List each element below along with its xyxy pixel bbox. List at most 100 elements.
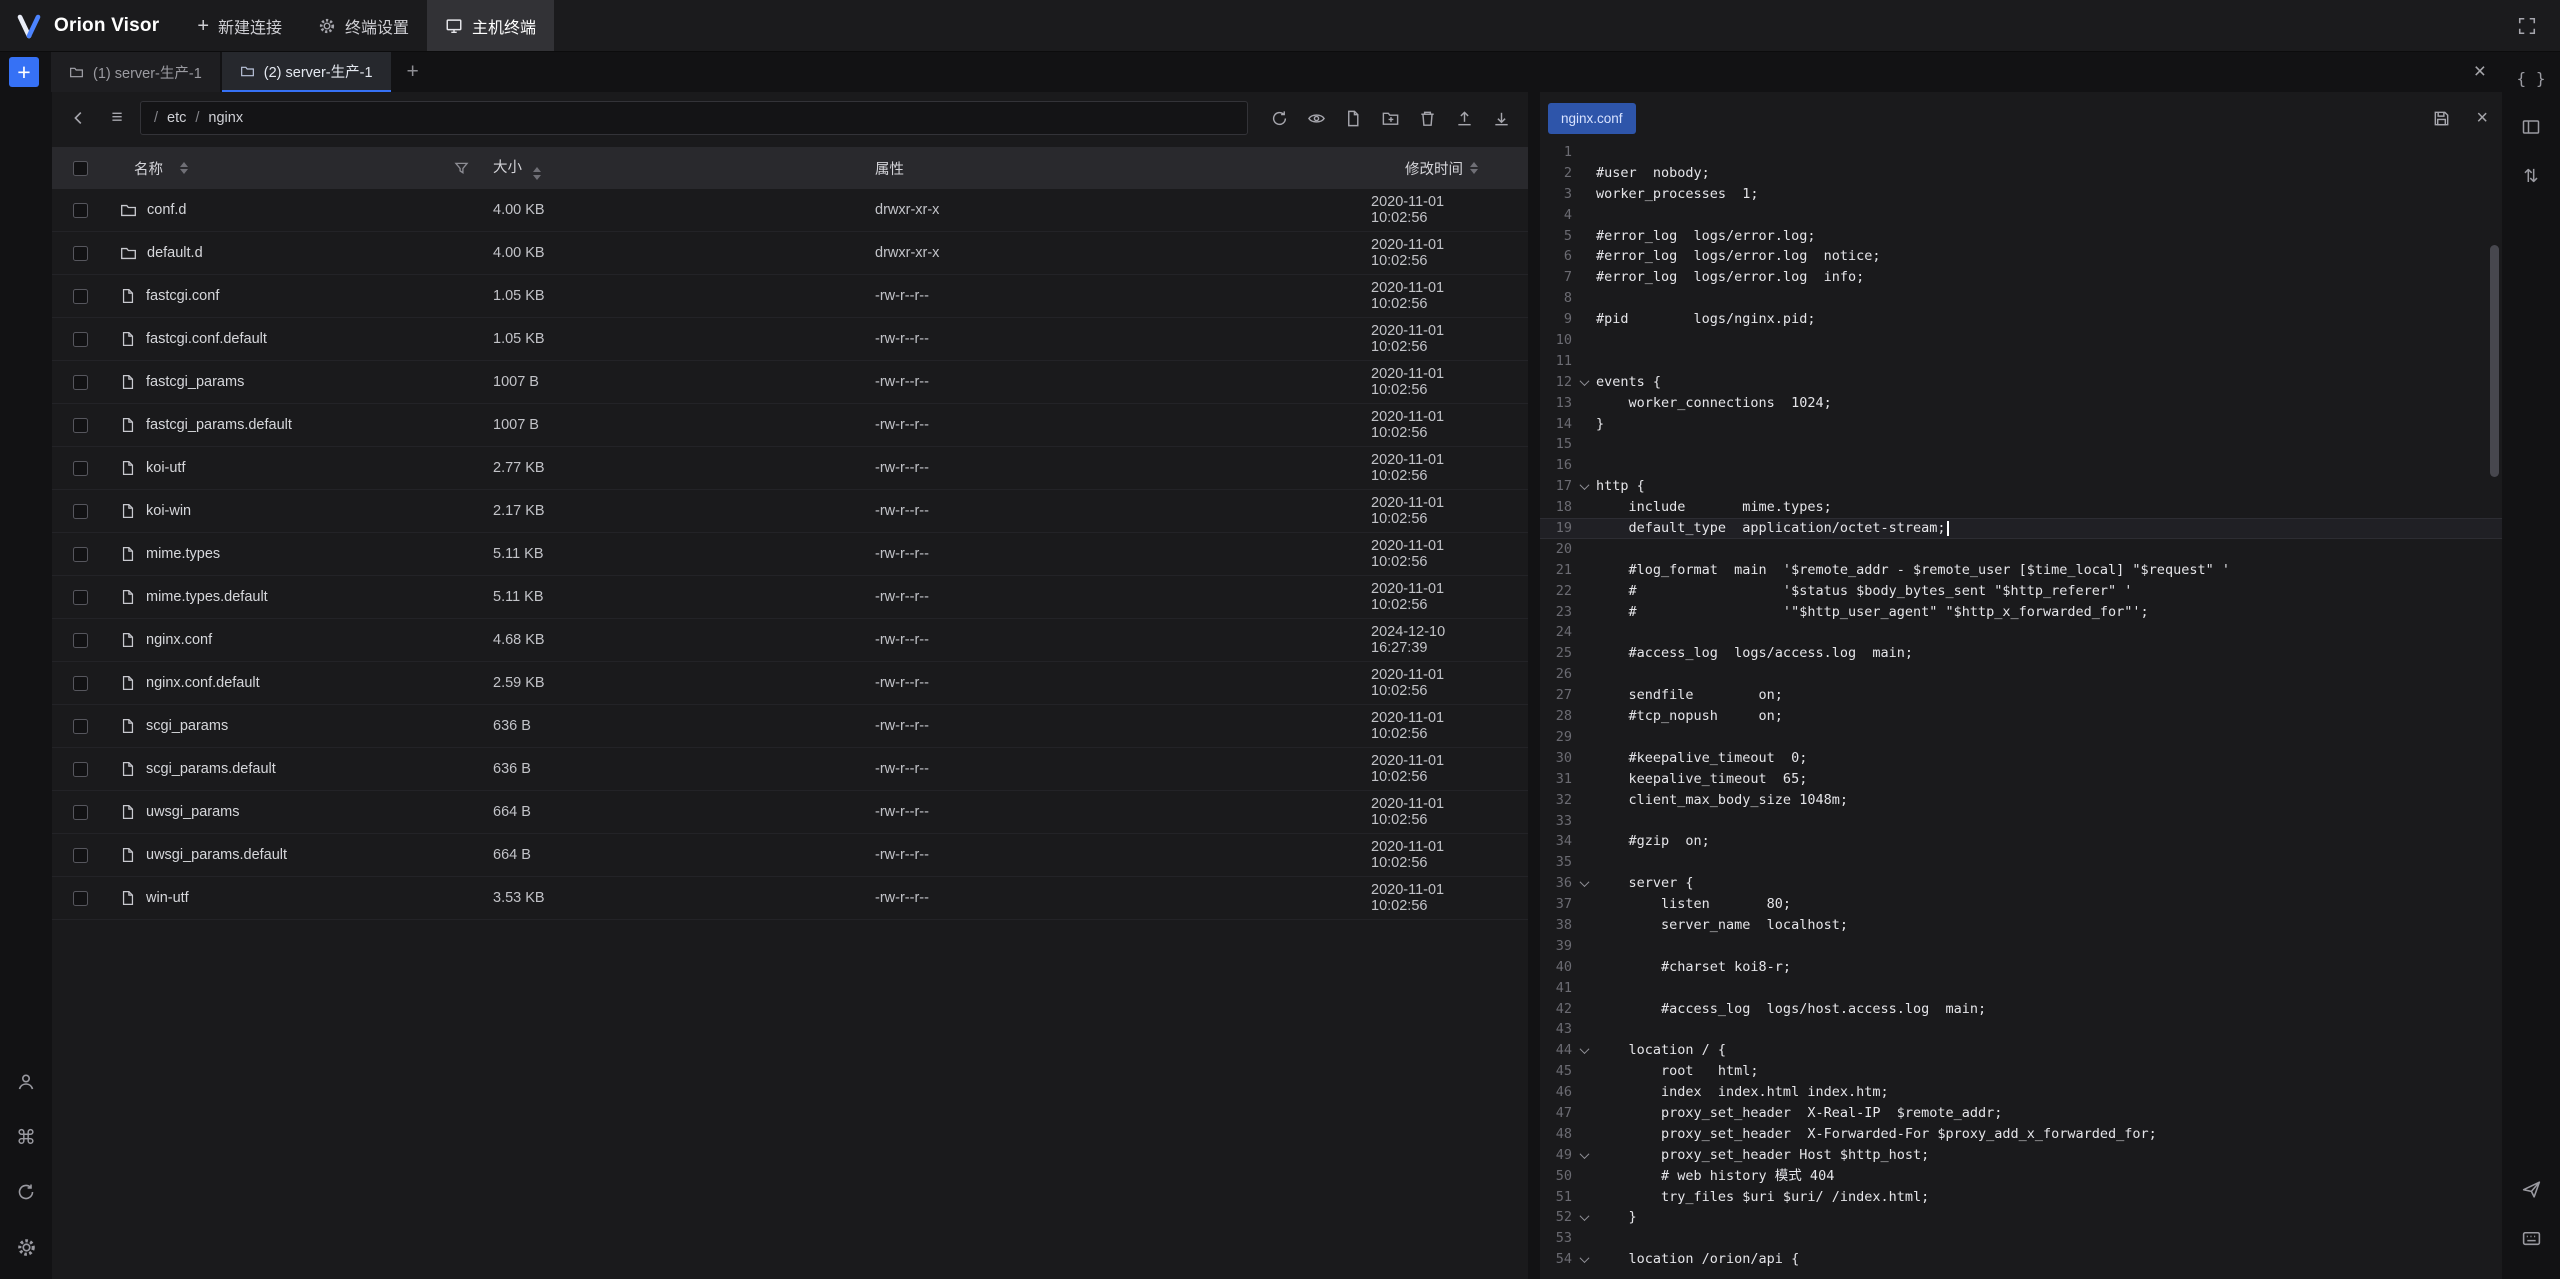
save-icon[interactable] bbox=[2426, 103, 2456, 133]
code-line[interactable]: 29 bbox=[1540, 727, 2502, 748]
file-table-row[interactable]: scgi_params.default 636 B -rw-r--r-- 202… bbox=[52, 748, 1528, 791]
fold-gutter[interactable] bbox=[1572, 295, 1596, 302]
fold-gutter[interactable] bbox=[1572, 233, 1596, 240]
file-name[interactable]: koi-utf bbox=[146, 460, 186, 476]
menu-terminal-settings[interactable]: 终端设置 bbox=[300, 0, 427, 51]
code-line[interactable]: 53 bbox=[1540, 1228, 2502, 1249]
fold-gutter[interactable] bbox=[1572, 901, 1596, 908]
file-table-row[interactable]: default.d 4.00 KB drwxr-xr-x 2020-11-01 … bbox=[52, 232, 1528, 275]
fold-gutter[interactable] bbox=[1572, 1152, 1596, 1159]
code-line[interactable]: 30 #keepalive_timeout 0; bbox=[1540, 748, 2502, 769]
file-name[interactable]: uwsgi_params.default bbox=[146, 847, 287, 863]
file-name[interactable]: nginx.conf.default bbox=[146, 675, 260, 691]
new-folder-icon[interactable] bbox=[1375, 103, 1405, 133]
fold-gutter[interactable] bbox=[1572, 525, 1596, 532]
fold-gutter[interactable] bbox=[1572, 817, 1596, 824]
send-command-icon[interactable] bbox=[2513, 1171, 2549, 1207]
code-line[interactable]: 15 bbox=[1540, 434, 2502, 455]
code-line[interactable]: 41 bbox=[1540, 978, 2502, 999]
file-name[interactable]: conf.d bbox=[147, 202, 187, 218]
sidebar-layout-icon[interactable] bbox=[2513, 109, 2549, 145]
fold-gutter[interactable] bbox=[1572, 567, 1596, 574]
fold-gutter[interactable] bbox=[1572, 1235, 1596, 1242]
code-line[interactable]: 7 #error_log logs/error.log info; bbox=[1540, 267, 2502, 288]
file-name[interactable]: fastcgi_params.default bbox=[146, 417, 292, 433]
code-line[interactable]: 6 #error_log logs/error.log notice; bbox=[1540, 246, 2502, 267]
row-checkbox[interactable] bbox=[73, 633, 88, 648]
delete-trash-icon[interactable] bbox=[1412, 103, 1442, 133]
code-line[interactable]: 8 bbox=[1540, 288, 2502, 309]
list-view-icon[interactable]: ≡ bbox=[102, 103, 132, 133]
row-checkbox[interactable] bbox=[73, 719, 88, 734]
fold-gutter[interactable] bbox=[1572, 588, 1596, 595]
fold-gutter[interactable] bbox=[1572, 838, 1596, 845]
file-table-row[interactable]: uwsgi_params 664 B -rw-r--r-- 2020-11-01… bbox=[52, 791, 1528, 834]
upload-icon[interactable] bbox=[1449, 103, 1479, 133]
column-size-label[interactable]: 大小 bbox=[493, 160, 522, 176]
code-line[interactable]: 5 #error_log logs/error.log; bbox=[1540, 226, 2502, 247]
row-checkbox[interactable] bbox=[73, 504, 88, 519]
fold-gutter[interactable] bbox=[1572, 379, 1596, 386]
code-line[interactable]: 27 sendfile on; bbox=[1540, 685, 2502, 706]
column-mtime-label[interactable]: 修改时间 bbox=[1405, 158, 1463, 179]
file-name[interactable]: fastcgi.conf bbox=[146, 288, 219, 304]
code-line[interactable]: 4 bbox=[1540, 205, 2502, 226]
code-line[interactable]: 46 index index.html index.htm; bbox=[1540, 1082, 2502, 1103]
file-name[interactable]: scgi_params.default bbox=[146, 761, 276, 777]
row-checkbox[interactable] bbox=[73, 375, 88, 390]
file-table-row[interactable]: koi-win 2.17 KB -rw-r--r-- 2020-11-01 10… bbox=[52, 490, 1528, 533]
code-line[interactable]: 50 # web history 模式 404 bbox=[1540, 1166, 2502, 1187]
fold-gutter[interactable] bbox=[1572, 1089, 1596, 1096]
code-line[interactable]: 9 #pid logs/nginx.pid; bbox=[1540, 309, 2502, 330]
fold-gutter[interactable] bbox=[1572, 755, 1596, 762]
code-line[interactable]: 2 #user nobody; bbox=[1540, 163, 2502, 184]
fold-gutter[interactable] bbox=[1572, 483, 1596, 490]
file-name[interactable]: uwsgi_params bbox=[146, 804, 240, 820]
fold-gutter[interactable] bbox=[1572, 776, 1596, 783]
fold-gutter[interactable] bbox=[1572, 337, 1596, 344]
file-table-row[interactable]: nginx.conf.default 2.59 KB -rw-r--r-- 20… bbox=[52, 662, 1528, 705]
code-line[interactable]: 32 client_max_body_size 1048m; bbox=[1540, 790, 2502, 811]
fullscreen-icon[interactable] bbox=[2512, 11, 2542, 41]
code-line[interactable]: 23 # '"$http_user_agent" "$http_x_forwar… bbox=[1540, 602, 2502, 623]
code-line[interactable]: 37 listen 80; bbox=[1540, 894, 2502, 915]
file-name[interactable]: mime.types.default bbox=[146, 589, 268, 605]
file-table-row[interactable]: fastcgi.conf.default 1.05 KB -rw-r--r-- … bbox=[52, 318, 1528, 361]
fold-gutter[interactable] bbox=[1572, 400, 1596, 407]
fold-gutter[interactable] bbox=[1572, 1026, 1596, 1033]
code-line[interactable]: 18 include mime.types; bbox=[1540, 497, 2502, 518]
file-name[interactable]: default.d bbox=[147, 245, 203, 261]
sort-mtime-icon[interactable] bbox=[1470, 162, 1478, 175]
row-checkbox[interactable] bbox=[73, 203, 88, 218]
code-line[interactable]: 48 proxy_set_header X-Forwarded-For $pro… bbox=[1540, 1124, 2502, 1145]
fold-gutter[interactable] bbox=[1572, 1110, 1596, 1117]
fold-gutter[interactable] bbox=[1572, 713, 1596, 720]
filter-funnel-icon[interactable] bbox=[454, 161, 469, 176]
back-button[interactable] bbox=[64, 103, 94, 133]
file-name[interactable]: nginx.conf bbox=[146, 632, 212, 648]
code-line[interactable]: 11 bbox=[1540, 351, 2502, 372]
file-name[interactable]: fastcgi.conf.default bbox=[146, 331, 267, 347]
fold-gutter[interactable] bbox=[1572, 546, 1596, 553]
fold-gutter[interactable] bbox=[1572, 734, 1596, 741]
fold-gutter[interactable] bbox=[1572, 441, 1596, 448]
row-checkbox[interactable] bbox=[73, 762, 88, 777]
code-line[interactable]: 52 } bbox=[1540, 1207, 2502, 1228]
tab-server-2[interactable]: (2) server-生产-1 bbox=[222, 52, 391, 92]
row-checkbox[interactable] bbox=[73, 590, 88, 605]
fold-gutter[interactable] bbox=[1572, 462, 1596, 469]
fold-gutter[interactable] bbox=[1572, 1005, 1596, 1012]
column-name-label[interactable]: 名称 bbox=[134, 158, 163, 179]
code-line[interactable]: 51 try_files $uri $uri/ /index.html; bbox=[1540, 1187, 2502, 1208]
code-line[interactable]: 24 bbox=[1540, 622, 2502, 643]
file-table-row[interactable]: conf.d 4.00 KB drwxr-xr-x 2020-11-01 10:… bbox=[52, 189, 1528, 232]
code-line[interactable]: 42 #access_log logs/host.access.log main… bbox=[1540, 999, 2502, 1020]
code-area[interactable]: 1 2 #user nobody; 3 worker_processes 1; … bbox=[1540, 142, 2502, 1279]
row-checkbox[interactable] bbox=[73, 289, 88, 304]
add-tab-button[interactable]: + bbox=[393, 52, 433, 92]
code-line[interactable]: 1 bbox=[1540, 142, 2502, 163]
code-line[interactable]: 35 bbox=[1540, 852, 2502, 873]
code-line[interactable]: 26 bbox=[1540, 664, 2502, 685]
code-line[interactable]: 14 } bbox=[1540, 414, 2502, 435]
fold-gutter[interactable] bbox=[1572, 358, 1596, 365]
